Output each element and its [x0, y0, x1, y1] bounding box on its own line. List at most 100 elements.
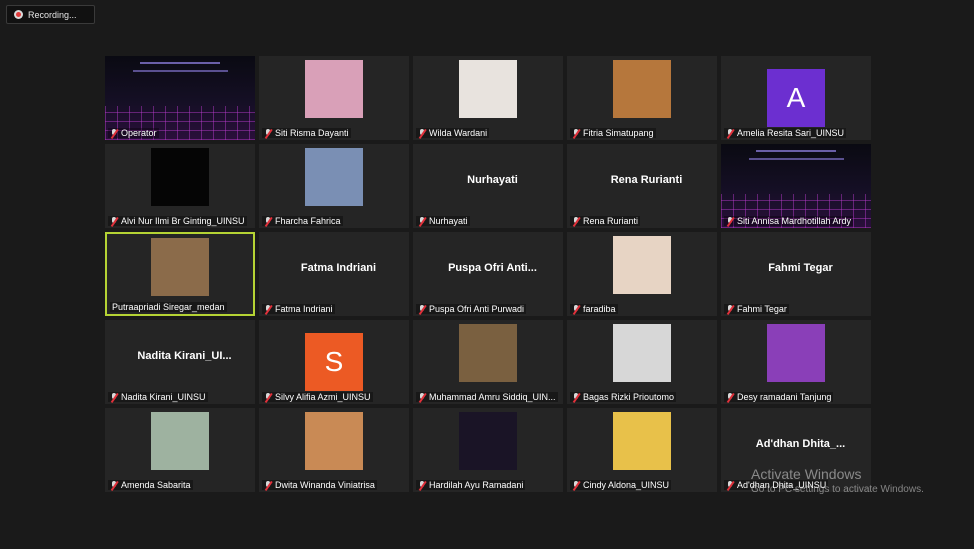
- recording-label: Recording...: [28, 9, 77, 20]
- participant-video: [151, 412, 209, 470]
- muted-mic-icon: [418, 480, 426, 490]
- participant-tile[interactable]: faradiba: [567, 232, 717, 316]
- participant-name-text: Amenda Sabarita: [121, 480, 191, 490]
- participant-video: [459, 324, 517, 382]
- participant-video: [305, 412, 363, 470]
- participant-name-label: Fharcha Fahrica: [262, 216, 343, 226]
- participant-name-label: Dwita Winanda Viniatrisa: [262, 480, 377, 490]
- muted-mic-icon: [726, 304, 734, 314]
- muted-mic-icon: [418, 304, 426, 314]
- participant-tile[interactable]: Desy ramadani Tanjung: [721, 320, 871, 404]
- participant-name-text: Siti Risma Dayanti: [275, 128, 349, 138]
- participant-name-text: Alvi Nur Ilmi Br Ginting_UINSU: [121, 216, 245, 226]
- participant-name-text: Hardilah Ayu Ramadani: [429, 480, 524, 490]
- participant-tile[interactable]: Muhammad Amru Siddiq_UIN...: [413, 320, 563, 404]
- participant-name-label: Bagas Rizki Prioutomo: [570, 392, 677, 402]
- participant-name-text: Fahmi Tegar: [737, 304, 787, 314]
- participant-video: [613, 412, 671, 470]
- participant-name-label: Muhammad Amru Siddiq_UIN...: [416, 392, 558, 402]
- participant-name-label: Nurhayati: [416, 216, 470, 226]
- muted-mic-icon: [264, 216, 272, 226]
- participant-name-text: faradiba: [583, 304, 616, 314]
- participant-name-text: Cindy Aldona_UINSU: [583, 480, 670, 490]
- participant-name-label: Siti Risma Dayanti: [262, 128, 351, 138]
- recording-indicator[interactable]: Recording...: [6, 5, 95, 24]
- muted-mic-icon: [110, 216, 118, 226]
- participant-display-name: Fahmi Tegar: [768, 262, 833, 274]
- avatar: A: [767, 69, 825, 127]
- muted-mic-icon: [110, 480, 118, 490]
- watermark-subtitle: Go to PC settings to activate Windows.: [751, 484, 924, 495]
- participant-name-label: faradiba: [570, 304, 618, 314]
- participant-video: [305, 148, 363, 206]
- muted-mic-icon: [726, 216, 734, 226]
- video-grid: Operator Siti Risma Dayanti Wilda Wardani F…: [105, 56, 871, 492]
- participant-name-text: Rena Rurianti: [583, 216, 639, 226]
- participant-tile[interactable]: Nurhayati Nurhayati: [413, 144, 563, 228]
- muted-mic-icon: [418, 216, 426, 226]
- muted-mic-icon: [264, 480, 272, 490]
- participant-display-name: Ad'dhan Dhita_...: [755, 438, 846, 450]
- muted-mic-icon: [418, 128, 426, 138]
- participant-tile[interactable]: Operator: [105, 56, 255, 140]
- participant-name-text: Puspa Ofri Anti Purwadi: [429, 304, 525, 314]
- participant-name-text: Putraapriadi Siregar_medan: [112, 302, 225, 312]
- participant-tile[interactable]: Wilda Wardani: [413, 56, 563, 140]
- participant-video: [305, 60, 363, 118]
- participant-name-text: Dwita Winanda Viniatrisa: [275, 480, 375, 490]
- participant-name-label: Operator: [108, 128, 159, 138]
- participant-video: [613, 324, 671, 382]
- participant-video: [613, 60, 671, 118]
- participant-tile[interactable]: Siti Risma Dayanti: [259, 56, 409, 140]
- participant-tile[interactable]: Fitria Simatupang: [567, 56, 717, 140]
- participant-video: [459, 60, 517, 118]
- participant-tile[interactable]: Fahmi Tegar Fahmi Tegar: [721, 232, 871, 316]
- participant-display-name: Rena Rurianti: [610, 174, 683, 186]
- participant-name-label: Nadita Kirani_UINSU: [108, 392, 208, 402]
- participant-name-text: Fharcha Fahrica: [275, 216, 341, 226]
- participant-tile[interactable]: Bagas Rizki Prioutomo: [567, 320, 717, 404]
- participant-tile[interactable]: S Silvy Alifia Azmi_UINSU: [259, 320, 409, 404]
- participant-video: [767, 324, 825, 382]
- participant-display-name: Nurhayati: [467, 174, 518, 186]
- muted-mic-icon: [572, 480, 580, 490]
- participant-tile[interactable]: Cindy Aldona_UINSU: [567, 408, 717, 492]
- participant-tile[interactable]: Alvi Nur Ilmi Br Ginting_UINSU: [105, 144, 255, 228]
- record-icon: [14, 10, 23, 19]
- muted-mic-icon: [726, 480, 734, 490]
- participant-name-text: Desy ramadani Tanjung: [737, 392, 832, 402]
- participant-name-label: Amenda Sabarita: [108, 480, 193, 490]
- participant-video: [151, 148, 209, 206]
- participant-tile[interactable]: Siti Annisa Mardhotillah Ardy: [721, 144, 871, 228]
- participant-name-text: Nadita Kirani_UINSU: [121, 392, 206, 402]
- participant-tile[interactable]: Hardilah Ayu Ramadani: [413, 408, 563, 492]
- participant-tile[interactable]: Puspa Ofri Anti... Puspa Ofri Anti Purwad…: [413, 232, 563, 316]
- participant-tile[interactable]: Fatma Indriani Fatma Indriani: [259, 232, 409, 316]
- muted-mic-icon: [572, 216, 580, 226]
- participant-name-text: Fitria Simatupang: [583, 128, 654, 138]
- participant-name-text: Operator: [121, 128, 157, 138]
- participant-name-text: Silvy Alifia Azmi_UINSU: [275, 392, 371, 402]
- participant-video: [459, 412, 517, 470]
- participant-tile[interactable]: Nadita Kirani_UI... Nadita Kirani_UINSU: [105, 320, 255, 404]
- participant-name-text: Nurhayati: [429, 216, 468, 226]
- participant-tile[interactable]: Amenda Sabarita: [105, 408, 255, 492]
- watermark-title: Activate Windows: [751, 466, 862, 482]
- participant-tile[interactable]: Fharcha Fahrica: [259, 144, 409, 228]
- participant-name-label: Amelia Resita Sari_UINSU: [724, 128, 847, 138]
- participant-name-label: Puspa Ofri Anti Purwadi: [416, 304, 527, 314]
- muted-mic-icon: [264, 392, 272, 402]
- participant-name-text: Siti Annisa Mardhotillah Ardy: [737, 216, 852, 226]
- participant-tile[interactable]: Dwita Winanda Viniatrisa: [259, 408, 409, 492]
- participant-name-text: Amelia Resita Sari_UINSU: [737, 128, 845, 138]
- muted-mic-icon: [726, 392, 734, 402]
- participant-video: [151, 238, 209, 296]
- participant-tile[interactable]: A Amelia Resita Sari_UINSU: [721, 56, 871, 140]
- participant-tile[interactable]: Rena Rurianti Rena Rurianti: [567, 144, 717, 228]
- participant-name-text: Muhammad Amru Siddiq_UIN...: [429, 392, 556, 402]
- participant-tile[interactable]: Putraapriadi Siregar_medan: [105, 232, 255, 316]
- muted-mic-icon: [726, 128, 734, 138]
- muted-mic-icon: [572, 304, 580, 314]
- participant-name-label: Desy ramadani Tanjung: [724, 392, 834, 402]
- participant-name-text: Fatma Indriani: [275, 304, 333, 314]
